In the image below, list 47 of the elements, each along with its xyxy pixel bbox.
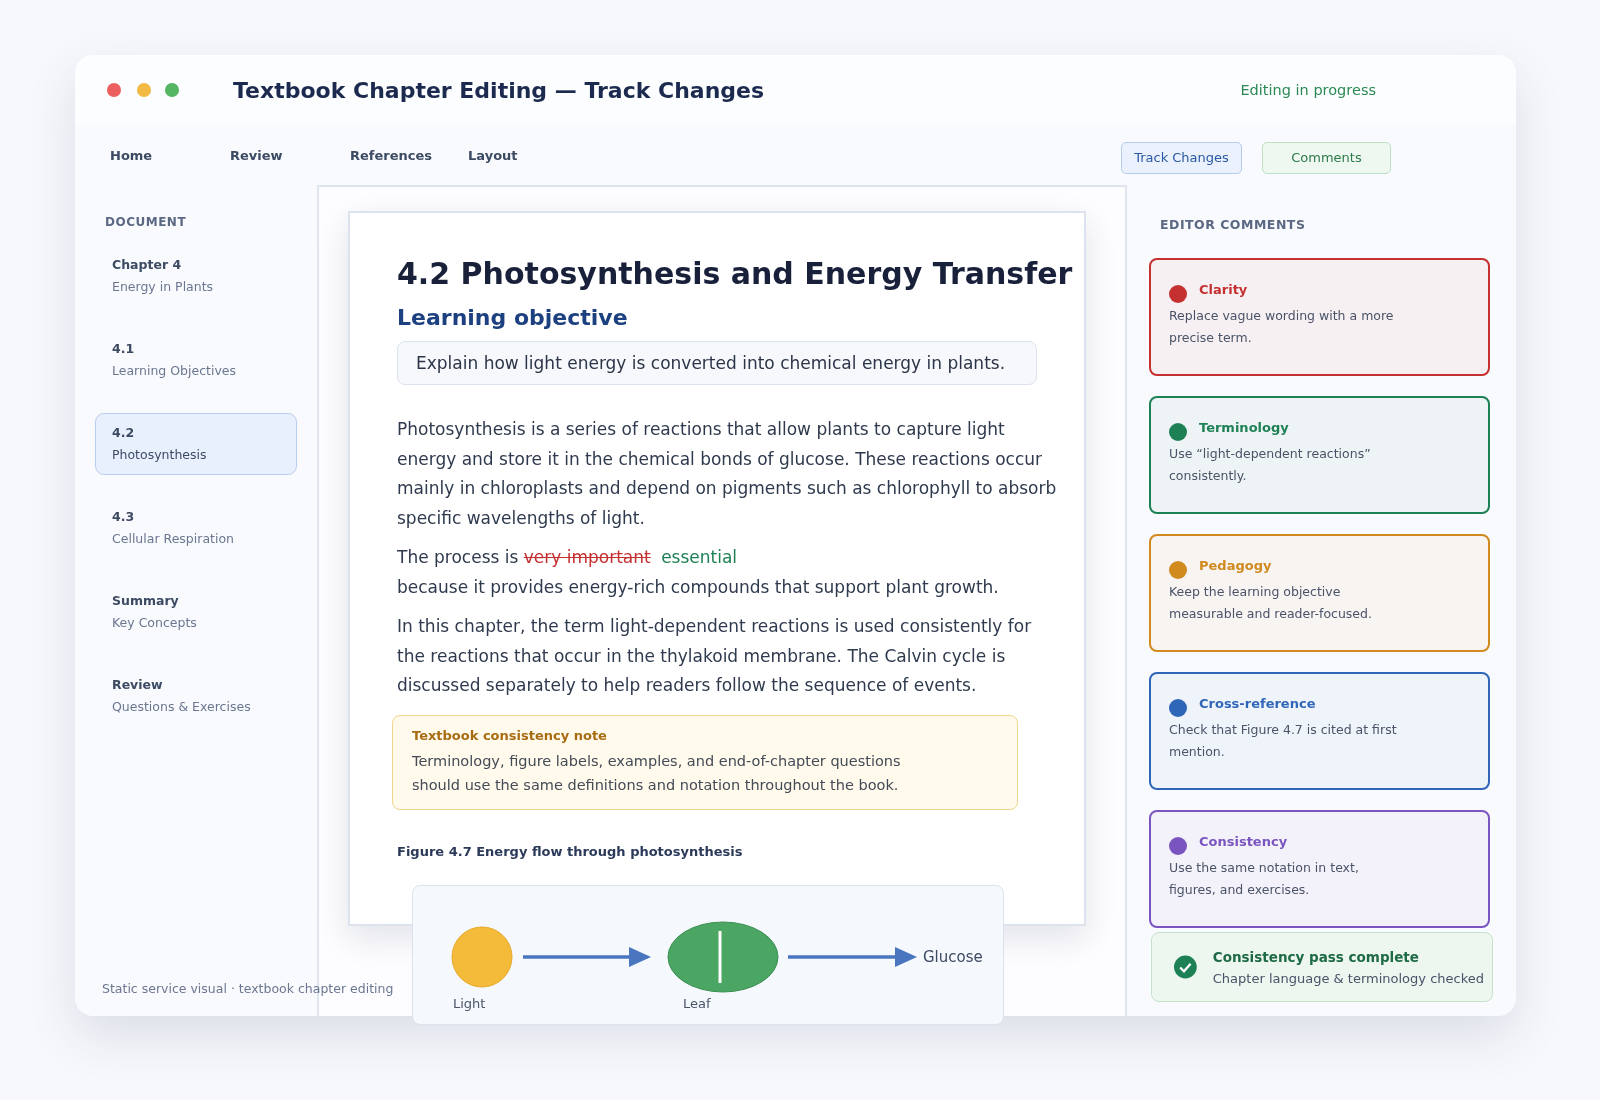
figure-label: Leaf: [683, 996, 711, 1011]
paragraph-text: The process is: [397, 547, 519, 567]
objective-box: Explain how light energy is converted into chemical energy in plants.: [397, 341, 1037, 385]
comment-text: Use “light-dependent reactions” consistently.: [1169, 445, 1372, 485]
sun-icon: [451, 926, 513, 988]
section-heading: Learning objective: [397, 304, 629, 332]
status-text: Editing in progress: [1240, 82, 1376, 98]
comment-title: Consistency: [1199, 834, 1288, 849]
document-title: 4.2 Photosynthesis and Energy Transfer: [397, 255, 1074, 293]
menu-tab[interactable]: References: [350, 147, 468, 163]
nav-item[interactable]: 4.1 Learning Objectives: [95, 329, 297, 391]
window-title: Textbook Chapter Editing — Track Changes: [233, 77, 765, 103]
toast-title: Consistency pass complete: [1212, 948, 1420, 965]
paragraph: Photosynthesis is a series of reactions that allow plants to capture light energy and store it in the chemical bonds of glucose. These reactions occur mainly in chloroplasts and depend on pigments such as chlorophyll to absorb specific wavelengths of light.: [397, 418, 1057, 530]
comment-title: Terminology: [1199, 420, 1289, 435]
leaf-icon: [667, 921, 779, 993]
note-text: Terminology, figure labels, examples, and end-of-chapter questions should use the same definitions and notation throughout the book.: [412, 751, 902, 795]
comment-title: Cross-reference: [1199, 696, 1316, 711]
toolbar-button[interactable]: Track Changes: [1121, 141, 1242, 174]
nav-item[interactable]: Summary Key Concepts: [95, 581, 297, 643]
paragraph-text: because it provides energy-rich compounds that support plant growth.: [397, 576, 999, 597]
menu-tab[interactable]: Review: [230, 147, 350, 163]
comment-title: Pedagogy: [1199, 558, 1272, 573]
comment-title: Clarity: [1199, 282, 1248, 297]
nav-item[interactable]: Chapter 4 Energy in Plants: [95, 245, 297, 307]
comment-text: Check that Figure 4.7 is cited at first mention.: [1169, 721, 1398, 761]
comment-text: Keep the learning objective measurable and reader-focused.: [1169, 583, 1373, 623]
figure-label: Light: [453, 996, 486, 1011]
toolbar-button[interactable]: Comments: [1262, 141, 1391, 174]
figure-label: Glucose: [923, 948, 983, 966]
nav-item[interactable]: 4.2 Photosynthesis: [95, 413, 297, 475]
nav-item[interactable]: 4.3 Cellular Respiration: [95, 497, 297, 559]
nav-item[interactable]: Review Questions & Exercises: [95, 665, 297, 727]
deleted-text: very important: [523, 547, 651, 567]
note-title: Textbook consistency note: [412, 727, 608, 743]
inserted-text: essential: [661, 547, 738, 567]
comment-text: Use the same notation in text, figures, and exercises.: [1169, 859, 1360, 899]
section-heading: DOCUMENT: [105, 215, 188, 229]
toast-text: Chapter language & terminology checked: [1212, 970, 1484, 986]
paragraph: In this chapter, the term light-dependent reactions is used consistently for the reactions that occur in the thylakoid membrane. The Calvin cycle is discussed separately to help readers follow the sequence of events.: [397, 615, 1033, 697]
check-icon: [1174, 955, 1197, 979]
footer-text: Static service visual · textbook chapter editing: [102, 981, 394, 996]
comment-text: Replace vague wording with a more precise term.: [1169, 307, 1395, 347]
figure-caption: Figure 4.7 Energy flow through photosynthesis: [397, 843, 744, 859]
menu-tab[interactable]: Layout: [468, 147, 588, 163]
menu-tab[interactable]: Home: [110, 147, 230, 163]
section-heading: EDITOR COMMENTS: [1160, 217, 1307, 232]
